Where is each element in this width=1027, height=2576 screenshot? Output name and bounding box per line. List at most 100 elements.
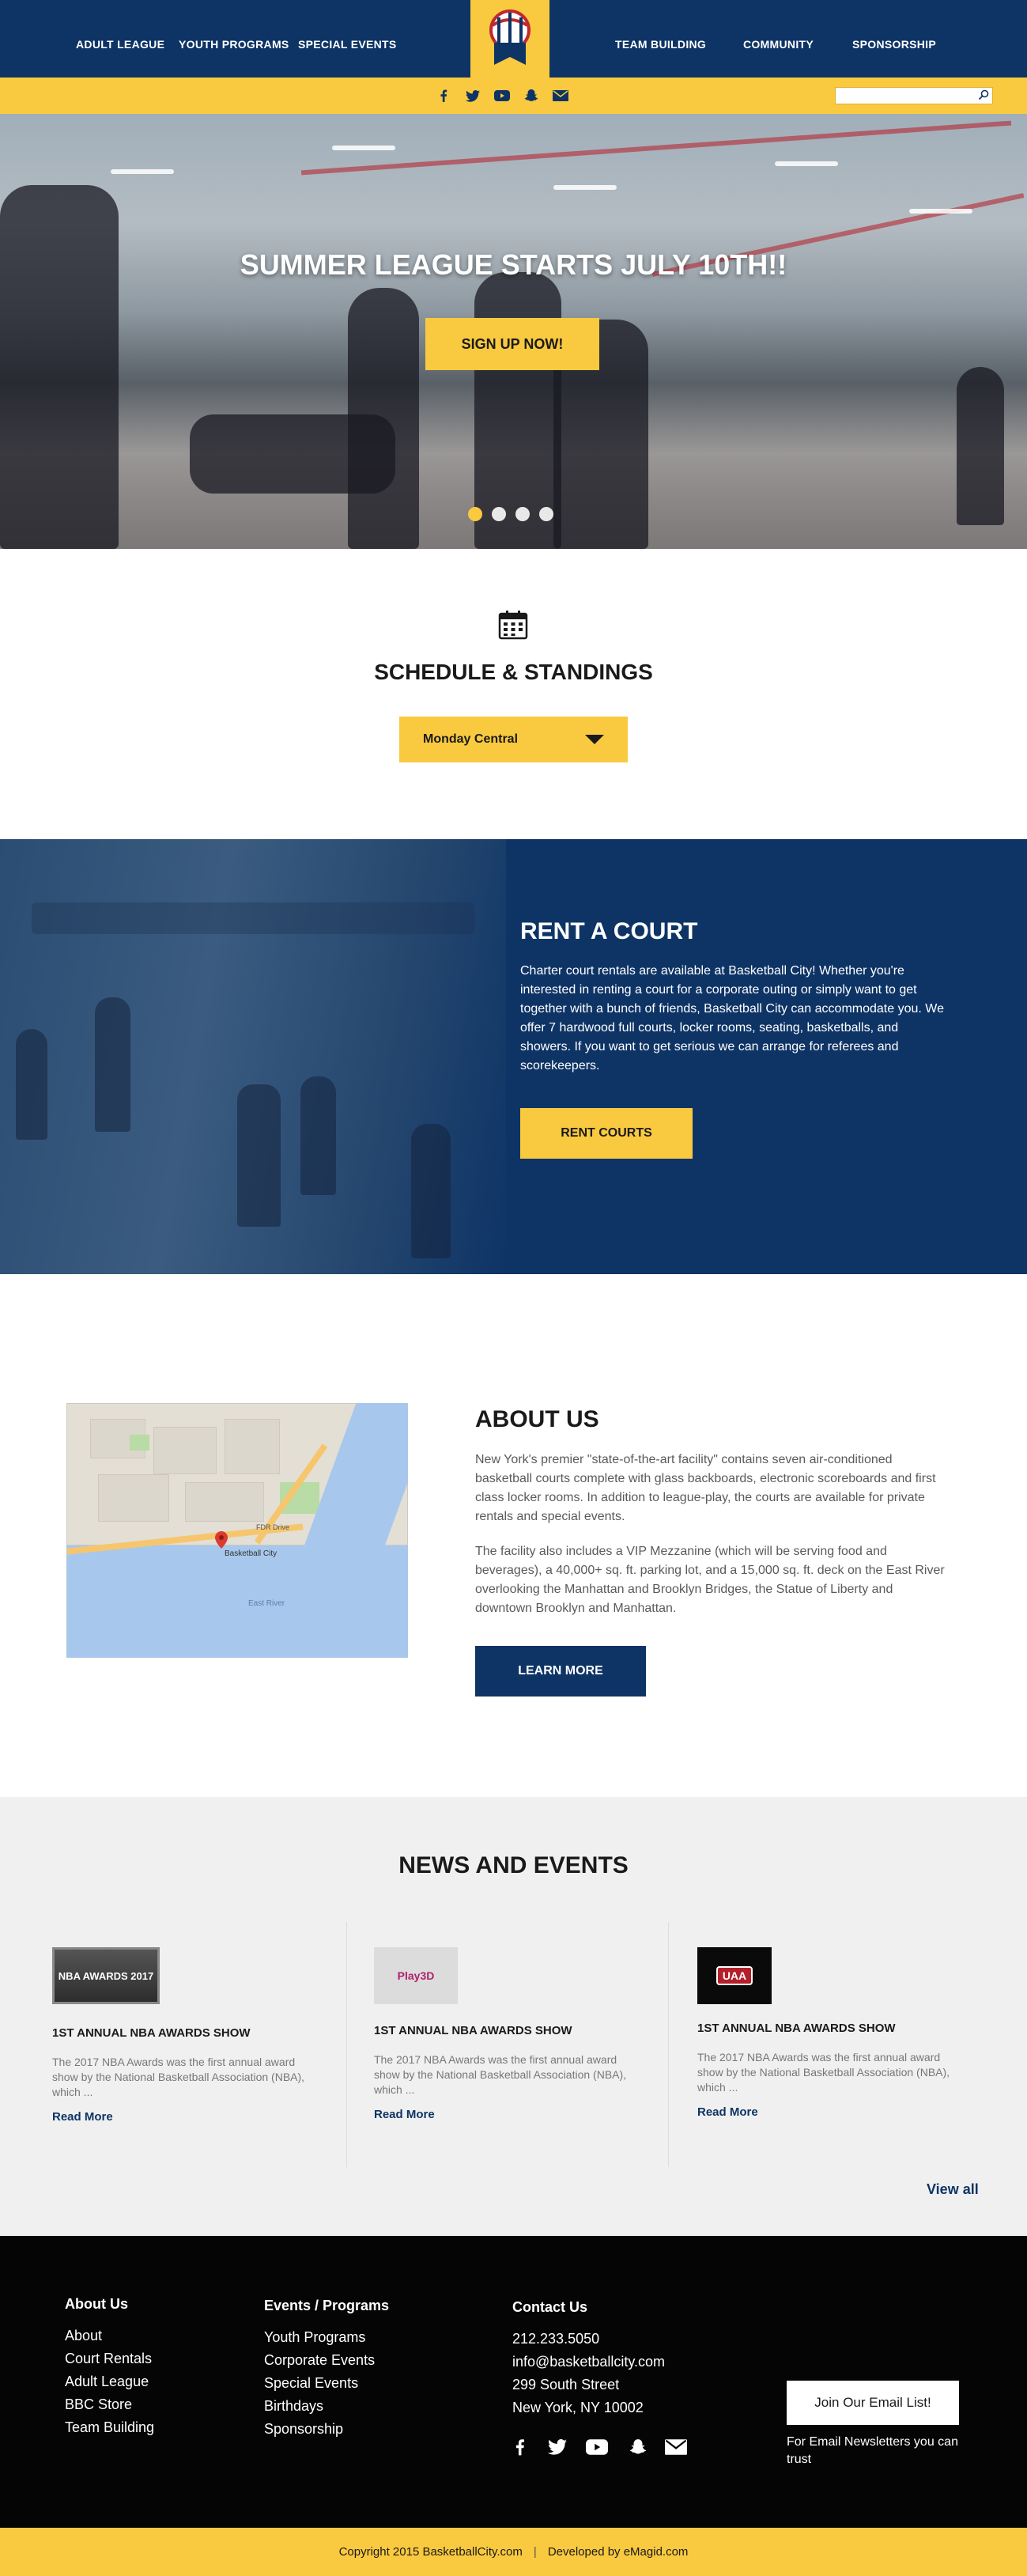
footer-link-about[interactable]: About — [65, 2324, 154, 2347]
player-silhouette — [95, 997, 130, 1132]
ceiling-light — [553, 185, 617, 190]
youtube-icon[interactable] — [583, 2434, 610, 2461]
top-navigation: Adult League Youth Programs Special Even… — [0, 0, 1027, 78]
map-block — [98, 1474, 169, 1522]
news-thumbnail[interactable]: Play3D — [374, 1947, 458, 2004]
news-thumb-label: NBA AWARDS 2017 — [58, 1969, 154, 1982]
player-silhouette — [300, 1076, 336, 1195]
news-title: NEWS AND EVENTS — [398, 1852, 629, 1878]
news-divider — [346, 1922, 347, 2167]
footer-email[interactable]: info@basketballcity.com — [512, 2351, 665, 2374]
learn-more-button[interactable]: LEARN MORE — [475, 1646, 646, 1697]
footer-about-title: About Us — [65, 2296, 128, 2312]
footer-link-sponsorship[interactable]: Sponsorship — [264, 2418, 375, 2441]
copyright-text: Copyright 2015 BasketballCity.com — [338, 2545, 523, 2559]
nav-team-building[interactable]: Team Building — [615, 0, 706, 78]
read-more-link[interactable]: Read More — [697, 2105, 758, 2119]
utility-bar — [0, 78, 1027, 114]
footer-link-special-events[interactable]: Special Events — [264, 2372, 375, 2395]
map-label-road: FDR Drive — [256, 1523, 289, 1531]
map-block — [225, 1419, 280, 1474]
snapchat-icon[interactable] — [523, 87, 540, 104]
footer-about-links: About Court Rentals Adult League BBC Sto… — [65, 2324, 154, 2439]
view-all-link[interactable]: View all — [927, 2181, 979, 2198]
search-input[interactable] — [836, 88, 970, 104]
footer-link-youth-programs[interactable]: Youth Programs — [264, 2326, 375, 2349]
mail-icon[interactable] — [663, 2434, 689, 2461]
sign-up-button[interactable]: SIGN UP NOW! — [425, 318, 599, 370]
news-section: NEWS AND EVENTS NBA AWARDS 2017 1ST ANNU… — [0, 1797, 1027, 2236]
player-silhouette — [411, 1124, 451, 1258]
nav-sponsorship[interactable]: Sponsorship — [852, 0, 936, 78]
chevron-down-icon — [585, 735, 604, 744]
footer-link-birthdays[interactable]: Birthdays — [264, 2395, 375, 2418]
footer: About Us About Court Rentals Adult Leagu… — [0, 2236, 1027, 2528]
slider-dot-4[interactable] — [539, 507, 553, 521]
news-card-excerpt: The 2017 NBA Awards was the first annual… — [374, 2053, 627, 2096]
news-thumbnail[interactable]: UAA — [697, 1947, 772, 2004]
mail-icon[interactable] — [552, 87, 569, 104]
rent-title: RENT A COURT — [520, 918, 698, 944]
player-silhouette — [0, 185, 119, 549]
footer-link-team-building[interactable]: Team Building — [65, 2416, 154, 2439]
nav-special-events[interactable]: Special Events — [298, 0, 397, 78]
hero-slider: SUMMER LEAGUE STARTS JULY 10TH!! SIGN UP… — [0, 114, 1027, 549]
schedule-dropdown[interactable]: Monday Central — [399, 717, 628, 762]
footer-contact-lines: 212.233.5050 info@basketballcity.com 299… — [512, 2328, 665, 2419]
news-thumbnail[interactable]: NBA AWARDS 2017 — [52, 1947, 160, 2004]
about-paragraph-1: New York's premier "state-of-the-art fac… — [475, 1453, 936, 1523]
footer-events-links: Youth Programs Corporate Events Special … — [264, 2326, 375, 2441]
facebook-icon[interactable] — [506, 2434, 533, 2461]
news-card-excerpt: The 2017 NBA Awards was the first annual… — [697, 2051, 950, 2094]
news-divider — [668, 1922, 669, 2167]
news-thumb-label: UAA — [716, 1966, 753, 1985]
twitter-icon[interactable] — [464, 87, 481, 104]
news-card-excerpt: The 2017 NBA Awards was the first annual… — [52, 2056, 305, 2098]
twitter-icon[interactable] — [544, 2434, 571, 2461]
footer-phone[interactable]: 212.233.5050 — [512, 2328, 665, 2351]
nav-youth-programs[interactable]: Youth Programs — [179, 0, 289, 78]
about-paragraph-2: The facility also includes a VIP Mezzani… — [475, 1545, 945, 1615]
schedule-title: SCHEDULE & STANDINGS — [374, 660, 653, 684]
news-card-title[interactable]: 1ST ANNUAL NBA AWARDS SHOW — [374, 2024, 643, 2037]
join-email-list-button[interactable]: Join Our Email List! — [787, 2381, 959, 2425]
about-title: ABOUT US — [475, 1406, 599, 1432]
footer-link-corporate-events[interactable]: Corporate Events — [264, 2349, 375, 2372]
slider-dot-1[interactable] — [468, 507, 482, 521]
footer-address-street: 299 South Street — [512, 2377, 620, 2393]
slider-dot-3[interactable] — [515, 507, 530, 521]
news-card-title[interactable]: 1ST ANNUAL NBA AWARDS SHOW — [697, 2022, 966, 2035]
rent-courts-button[interactable]: RENT COURTS — [520, 1108, 693, 1159]
court-photo — [0, 839, 506, 1274]
map-park — [130, 1435, 149, 1451]
footer-contact-title: Contact Us — [512, 2299, 588, 2315]
facebook-icon[interactable] — [435, 87, 452, 104]
calendar-icon — [498, 611, 528, 640]
map-pin-icon — [215, 1531, 228, 1549]
read-more-link[interactable]: Read More — [374, 2108, 435, 2121]
map-block — [153, 1427, 217, 1474]
location-map[interactable]: Basketball City FDR Drive East River — [66, 1403, 408, 1658]
search-box — [835, 87, 993, 104]
slider-dot-2[interactable] — [492, 507, 506, 521]
map-label-water: East River — [248, 1599, 285, 1608]
nav-community[interactable]: Community — [743, 0, 814, 78]
news-card-title[interactable]: 1ST ANNUAL NBA AWARDS SHOW — [52, 2026, 321, 2040]
player-silhouette — [237, 1084, 281, 1227]
logo[interactable] — [470, 0, 549, 78]
copyright-bar: Copyright 2015 BasketballCity.com | Develo… — [0, 2528, 1027, 2576]
snapchat-icon[interactable] — [625, 2434, 651, 2461]
footer-link-bbc-store[interactable]: BBC Store — [65, 2393, 154, 2416]
footer-address-city: New York, NY 10002 — [512, 2400, 644, 2415]
search-icon[interactable] — [978, 89, 989, 100]
ceiling-light — [909, 209, 972, 214]
map-block — [185, 1482, 264, 1522]
developer-credit-link[interactable]: Developed by eMagid.com — [548, 2545, 689, 2559]
footer-link-adult-league[interactable]: Adult League — [65, 2370, 154, 2393]
nav-adult-league[interactable]: Adult League — [76, 0, 164, 78]
news-thumb-label: Play3D — [397, 1969, 435, 1982]
youtube-icon[interactable] — [493, 87, 511, 104]
player-silhouette — [16, 1029, 47, 1140]
footer-link-court-rentals[interactable]: Court Rentals — [65, 2347, 154, 2370]
read-more-link[interactable]: Read More — [52, 2110, 113, 2124]
